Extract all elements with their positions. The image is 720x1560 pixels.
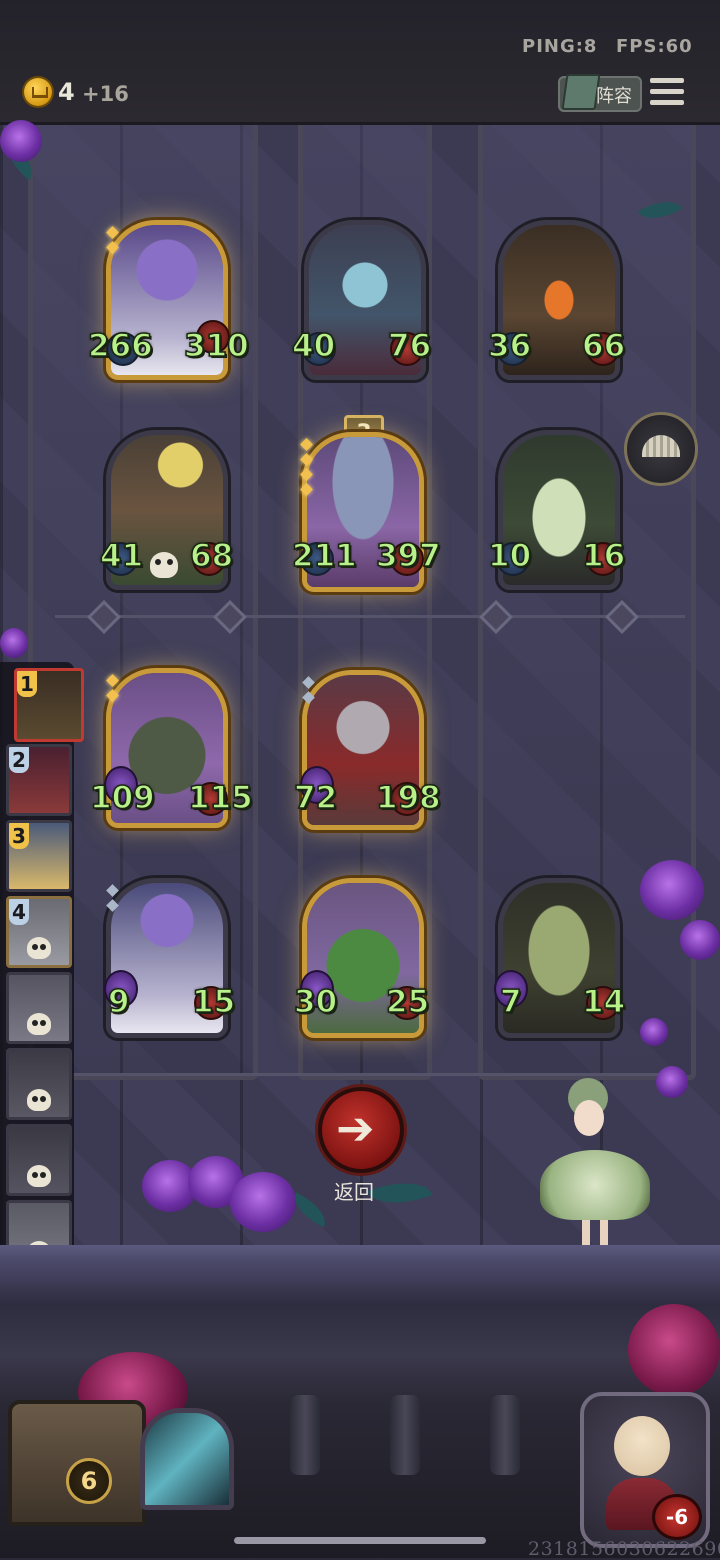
health-value: 76 bbox=[387, 327, 432, 365]
rank-badge: 4 bbox=[9, 899, 29, 925]
ping-readout: PING:8 bbox=[522, 36, 598, 57]
attack-value: 266 bbox=[87, 327, 153, 365]
health-value: 310 bbox=[183, 327, 249, 365]
skull-icon bbox=[150, 552, 178, 578]
gold-income: +16 bbox=[82, 82, 129, 106]
roster-slot[interactable]: 1 bbox=[14, 668, 84, 742]
fps-readout: FPS:60 bbox=[616, 36, 693, 57]
roster-slot[interactable]: 4 bbox=[6, 896, 72, 968]
attack-value: 41 bbox=[99, 537, 144, 575]
health-value: 25 bbox=[385, 983, 430, 1021]
home-indicator[interactable] bbox=[234, 1537, 486, 1544]
attack-value: 72 bbox=[293, 779, 338, 817]
fan-icon[interactable] bbox=[624, 412, 698, 486]
build-id: 2318156030622690 bbox=[528, 1538, 720, 1560]
back-label: 返回 bbox=[334, 1180, 374, 1204]
rank-badge: 1 bbox=[17, 671, 37, 697]
attack-value: 7 bbox=[499, 983, 522, 1021]
attack-value: 30 bbox=[293, 983, 338, 1021]
rank-badge: 2 bbox=[9, 747, 29, 773]
hero-health-badge: -6 bbox=[652, 1494, 702, 1540]
roster-slot[interactable]: 3 bbox=[6, 820, 72, 892]
attack-value: 9 bbox=[107, 983, 130, 1021]
attack-value: 211 bbox=[291, 537, 357, 575]
mirror-icon[interactable] bbox=[140, 1408, 234, 1510]
lineup-button[interactable]: 阵容 bbox=[558, 74, 642, 112]
health-value: 15 bbox=[191, 983, 236, 1021]
attack-value: 40 bbox=[291, 327, 336, 365]
rank-badge: 3 bbox=[9, 823, 29, 849]
menu-icon[interactable] bbox=[650, 78, 684, 106]
lineup-label: 阵容 bbox=[596, 86, 632, 107]
roster-slot[interactable] bbox=[6, 972, 72, 1044]
arrow-left-icon: ➔ bbox=[336, 1101, 375, 1155]
health-value: 66 bbox=[581, 327, 626, 365]
rose-decoration bbox=[640, 860, 704, 920]
health-value: 68 bbox=[189, 537, 234, 575]
chest-count: 6 bbox=[66, 1458, 112, 1504]
roster-slot[interactable]: 2 bbox=[6, 744, 72, 816]
back-button[interactable]: ➔ bbox=[318, 1087, 404, 1173]
gold-count: 4 bbox=[58, 78, 75, 106]
skull-icon bbox=[27, 937, 51, 959]
health-value: 16 bbox=[581, 537, 626, 575]
health-value: 115 bbox=[187, 779, 253, 817]
roster-slot[interactable] bbox=[6, 1124, 72, 1196]
roster-slot[interactable] bbox=[6, 1048, 72, 1120]
health-value: 397 bbox=[375, 537, 441, 575]
skull-icon bbox=[27, 1013, 51, 1035]
book-icon bbox=[561, 74, 601, 110]
health-value: 198 bbox=[375, 779, 441, 817]
gold-coin-icon bbox=[24, 78, 52, 106]
health-value: 14 bbox=[581, 983, 626, 1021]
skull-icon bbox=[27, 1165, 51, 1187]
attack-value: 10 bbox=[487, 537, 532, 575]
attack-value: 109 bbox=[89, 779, 155, 817]
attack-value: 36 bbox=[487, 327, 532, 365]
player-roster: 1 2 3 4 bbox=[0, 662, 84, 1274]
skull-icon bbox=[27, 1089, 51, 1111]
top-bar: PING:8 FPS:60 4 +16 阵容 bbox=[0, 0, 720, 125]
